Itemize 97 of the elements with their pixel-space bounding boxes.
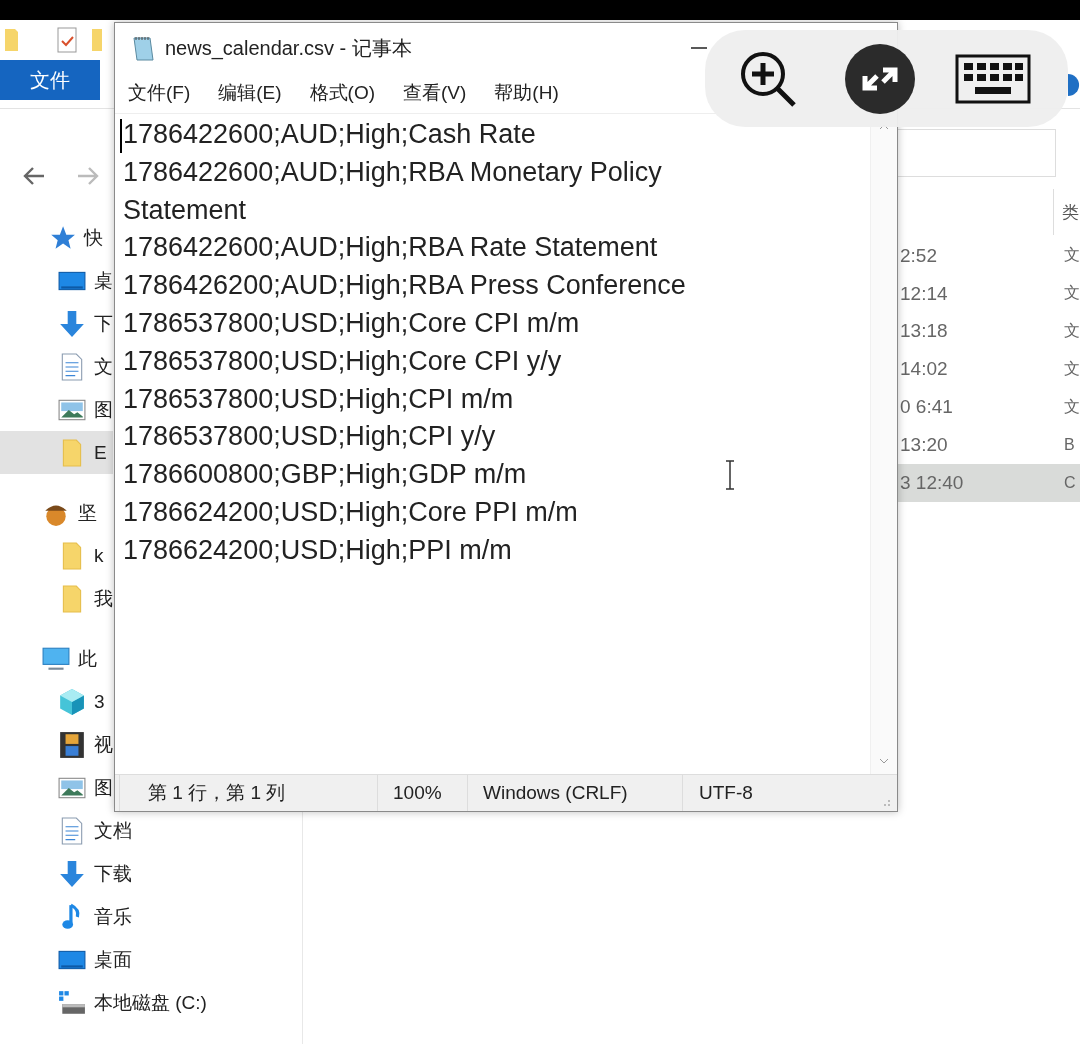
sidebar-item[interactable]: 我 [0, 577, 117, 620]
sidebar-item[interactable]: 文 [0, 345, 117, 388]
help-icon[interactable] [1068, 72, 1080, 98]
sidebar-label: 桌 [94, 268, 113, 293]
file-row[interactable]: 14:02 文 [896, 350, 1080, 389]
back-arrow-icon[interactable] [22, 166, 46, 186]
window-title: news_calendar.csv - 记事本 [165, 35, 413, 62]
text-line: 1786426200;AUD;High;RBA Press Conference [123, 269, 686, 303]
text-line: 1786422600;AUD;High;Cash Rate [123, 118, 536, 151]
file-row[interactable]: 3 12:40 C [896, 463, 1080, 502]
scroll-down-icon[interactable] [879, 758, 889, 764]
sidebar-label: 图 [94, 397, 113, 422]
status-line-ending: Windows (CRLF) [468, 775, 683, 811]
sidebar-item[interactable]: 坚 [0, 491, 101, 534]
minimize-icon[interactable] [691, 46, 707, 50]
sidebar-item[interactable]: 本地磁盘 (C:) [0, 981, 211, 1024]
text-line: 1786537800;USD;High;Core CPI y/y [123, 344, 562, 378]
text-line: 1786422600;AUD;High;RBA Monetary Policy [123, 155, 662, 189]
menu-item[interactable]: 查看(V) [403, 80, 467, 106]
sidebar-item[interactable]: 视 [0, 723, 117, 766]
text-line: 1786624200;USD;High;PPI m/m [123, 533, 512, 567]
menu-item[interactable]: 文件(F) [128, 80, 191, 106]
text-line: 1786537800;USD;High;CPI m/m [123, 382, 514, 416]
file-row[interactable]: 13:20 B [896, 426, 1080, 464]
type-cell-text: 文 [1064, 321, 1080, 341]
type-cell-text: 文 [1064, 396, 1080, 417]
type-cell-text: 文 [1064, 358, 1080, 379]
sidebar-label: 桌面 [94, 947, 132, 972]
status-encoding: UTF-8 [698, 781, 754, 805]
modified-cell-text: 3 12:40 [899, 471, 965, 494]
sidebar-label: 图 [94, 775, 113, 800]
sidebar-label: 文档 [94, 818, 132, 843]
sidebar-label: 下载 [94, 861, 132, 886]
sidebar-item[interactable]: 3 [0, 680, 109, 723]
sidebar-label: 坚 [78, 500, 97, 525]
sidebar-item[interactable]: 下载 [0, 852, 136, 895]
sidebar-label: 3 [94, 690, 105, 713]
column-header[interactable]: 类 [1062, 200, 1079, 224]
modified-cell-text: 0 6:41 [899, 396, 954, 419]
notepad-icon [131, 35, 155, 61]
file-row[interactable]: 2:52 文 [896, 237, 1080, 275]
type-cell-text: 文 [1064, 283, 1080, 304]
drive-icon [58, 988, 86, 1017]
sidebar-item[interactable]: 桌 [0, 259, 117, 302]
checklist-icon[interactable] [56, 27, 78, 53]
download-arrow-icon [58, 309, 86, 338]
sidebar-label: 我 [94, 586, 113, 611]
text-line: 1786624200;USD;High;Core PPI m/m [123, 495, 578, 529]
text-line: 1786537800;USD;High;CPI y/y [123, 420, 496, 454]
sidebar-item[interactable]: k [0, 534, 108, 577]
text-cursor-icon [724, 460, 736, 490]
sidebar-label: E [94, 441, 107, 464]
sidebar-label: 音乐 [94, 904, 132, 929]
menu-item[interactable]: 帮助(H) [494, 80, 559, 106]
text-line: 1786537800;USD;High;Core CPI m/m [123, 307, 580, 340]
text-caret [120, 119, 122, 153]
sidebar-label: 下 [94, 311, 113, 336]
sidebar-item[interactable]: 此 [0, 637, 101, 680]
modified-cell-text: 12:14 [899, 282, 949, 305]
sidebar-label: k [94, 544, 104, 567]
sidebar-item[interactable]: E [0, 431, 113, 474]
sidebar-label: 此 [78, 646, 97, 671]
film-icon [58, 730, 86, 759]
sidebar-item[interactable]: 图 [0, 766, 117, 809]
sidebar-label: 文 [94, 354, 113, 379]
resize-grip-icon[interactable] [881, 797, 891, 807]
sidebar-item[interactable]: 文档 [0, 809, 136, 852]
remote-desktop-icon[interactable] [845, 43, 915, 114]
modified-cell-text: 13:20 [899, 433, 949, 456]
cube-icon [58, 687, 86, 716]
sidebar-label: 快 [84, 225, 103, 250]
text-line: 1786600800;GBP;High;GDP m/m [123, 458, 527, 492]
sidebar-item[interactable]: 图 [0, 388, 117, 431]
text-line: Statement [123, 193, 247, 227]
modified-cell-text: 14:02 [899, 358, 949, 381]
file-row[interactable]: 0 6:41 文 [896, 388, 1080, 426]
type-cell: B [1064, 435, 1075, 454]
sidebar-label: 视 [94, 732, 113, 757]
modified-cell-text: 2:52 [899, 244, 938, 267]
status-zoom: 100% [378, 775, 468, 811]
file-row[interactable]: 13:18 文 [896, 312, 1080, 351]
file-row[interactable]: 12:14 文 [896, 274, 1080, 313]
menu-item[interactable]: 编辑(E) [218, 80, 282, 106]
type-cell-text: 文 [1064, 245, 1080, 266]
sidebar-item[interactable]: 快 [0, 216, 107, 259]
modified-cell-text: 13:18 [899, 320, 949, 343]
sidebar-label: 本地磁盘 (C:) [94, 990, 207, 1015]
type-cell: C [1064, 473, 1076, 492]
file-tab[interactable]: 文件 [0, 60, 100, 100]
sidebar-item[interactable]: 下 [0, 302, 117, 345]
sidebar-item[interactable]: 音乐 [0, 895, 136, 938]
keyboard-icon[interactable] [955, 53, 1031, 104]
text-line: 1786422600;AUD;High;RBA Rate Statement [123, 231, 658, 265]
menu-item[interactable]: 格式(O) [309, 80, 376, 106]
sidebar-item[interactable]: 桌面 [0, 938, 136, 981]
download-arrow-icon [58, 859, 86, 888]
status-position: 第 1 行，第 1 列 [119, 775, 378, 811]
